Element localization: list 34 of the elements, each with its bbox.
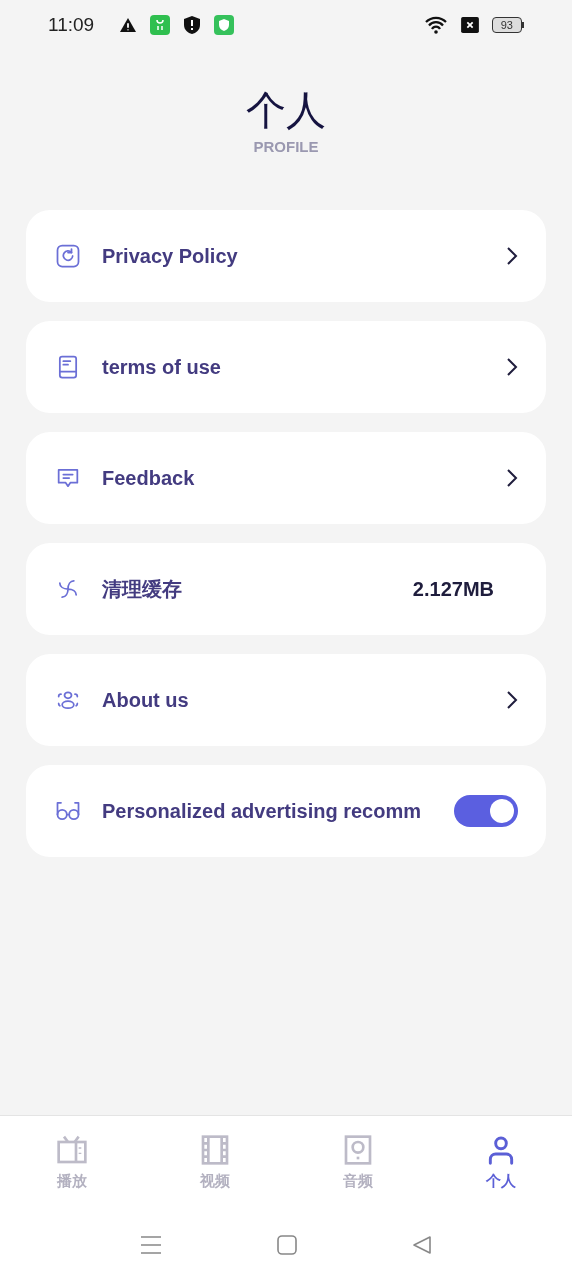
row-label: Privacy Policy [102,244,239,269]
chevron-right-icon [506,690,518,710]
settings-row[interactable]: 清理缓存 2.127MB [26,543,546,635]
battery-indicator: 93 [491,17,524,33]
back-icon[interactable] [412,1235,432,1255]
tv-icon [55,1133,88,1166]
settings-row[interactable]: Feedback [26,432,546,524]
shield-alert-icon [182,15,203,35]
settings-row[interactable]: Privacy Policy [26,210,546,302]
tab-item[interactable]: 个人 [429,1133,572,1193]
chevron-right-icon [506,468,518,488]
wifi-icon [423,15,448,35]
status-time: 11:09 [48,12,95,37]
row-label: 清理缓存 [102,577,183,602]
row-label: About us [102,688,190,713]
app-notification-icon [150,15,171,35]
toggle-switch[interactable] [454,795,518,827]
shield-app-icon [214,15,235,35]
cache-size: 2.127MB [412,577,494,602]
warning-icon [118,17,139,33]
settings-row[interactable]: About us [26,654,546,746]
row-label: terms of use [102,355,222,380]
row-label: Personalized advertising recomm [102,799,422,824]
page-subtitle: PROFILE [253,137,319,157]
home-square-icon[interactable] [277,1235,297,1255]
row-label: Feedback [102,466,196,491]
refresh-square-icon [54,242,82,270]
settings-row[interactable]: Personalized advertising recomm [26,765,546,857]
chevron-right-icon [506,246,518,266]
settings-row[interactable]: terms of use [26,321,546,413]
no-sim-icon [459,17,480,33]
chevron-right-icon [506,357,518,377]
page-title: 个人 [246,88,326,132]
menu-icon[interactable] [140,1235,162,1255]
